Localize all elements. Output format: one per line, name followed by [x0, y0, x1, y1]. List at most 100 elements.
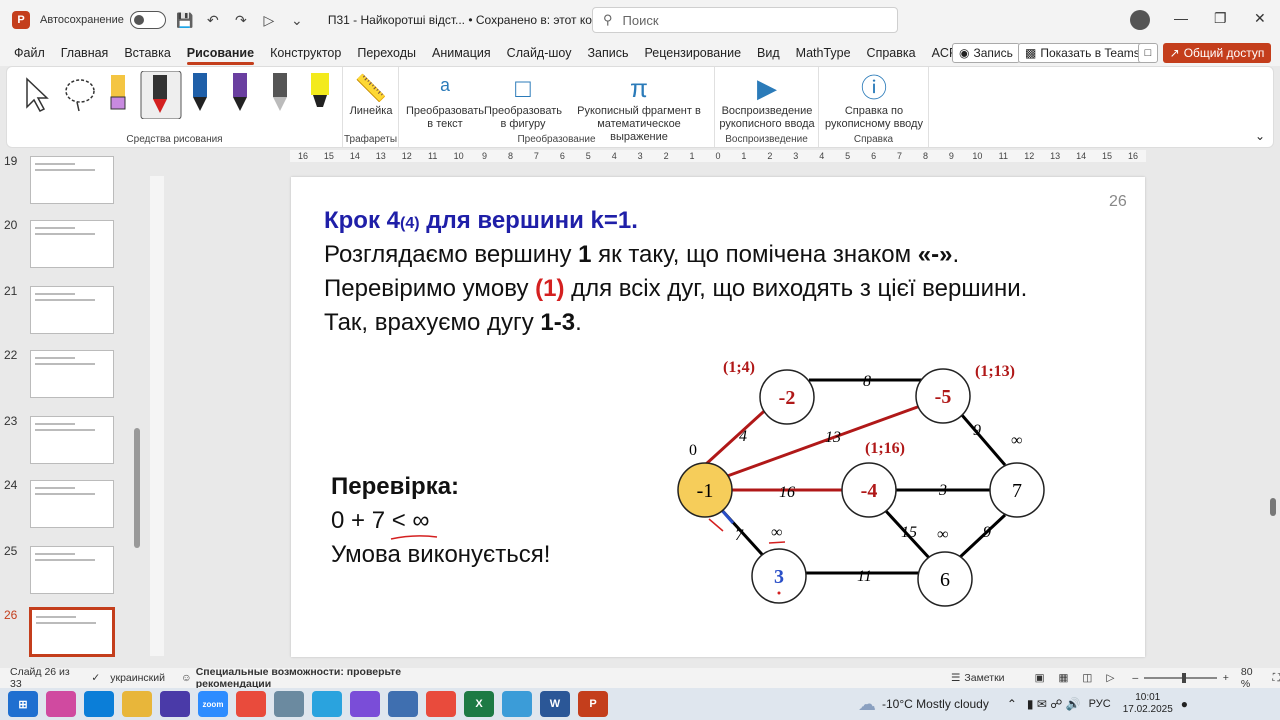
- normal-view-icon[interactable]: ▣: [1035, 672, 1045, 684]
- notes-button[interactable]: Заметки: [964, 672, 1004, 684]
- clock[interactable]: 10:01 17.02.2025: [1123, 692, 1173, 716]
- slide-thumbnail[interactable]: [30, 220, 114, 268]
- chrome-profile-icon[interactable]: [426, 691, 456, 717]
- tab-home[interactable]: Главная: [53, 40, 117, 66]
- slide-thumbnail[interactable]: [30, 350, 114, 398]
- app-icon[interactable]: [274, 691, 304, 717]
- playback-label: Воспроизведение: [725, 134, 808, 145]
- zoom-out-icon[interactable]: –: [1132, 672, 1138, 684]
- tab-slideshow[interactable]: Слайд-шоу: [499, 40, 580, 66]
- zoom-level[interactable]: 80 %: [1241, 666, 1263, 690]
- copilot-icon[interactable]: [46, 691, 76, 717]
- slide-thumbnail-active[interactable]: [29, 607, 115, 657]
- tray-icons[interactable]: ▮ ✉ ☍ 🔊: [1027, 697, 1081, 711]
- ink-to-text-button[interactable]: ᵃ Преобразовать в текст: [405, 71, 485, 131]
- flutter-icon[interactable]: [502, 691, 532, 717]
- zoom-slider[interactable]: [1144, 673, 1217, 683]
- thumbnail-row[interactable]: 23: [0, 412, 140, 468]
- calculator-icon[interactable]: [388, 691, 418, 717]
- tab-insert[interactable]: Вставка: [116, 40, 178, 66]
- present-icon[interactable]: ▷: [260, 12, 278, 29]
- scroll-thumb[interactable]: [1270, 498, 1276, 516]
- reading-view-icon[interactable]: ◫: [1082, 672, 1092, 684]
- powerpoint-taskbar-icon[interactable]: P: [578, 691, 608, 717]
- slide-thumbnail[interactable]: [30, 480, 114, 528]
- word-icon[interactable]: W: [540, 691, 570, 717]
- zoom-thumb[interactable]: [1182, 673, 1187, 683]
- slideshow-view-icon[interactable]: ▷: [1106, 672, 1114, 684]
- weather-text[interactable]: -10°C Mostly cloudy: [882, 697, 989, 711]
- tab-design[interactable]: Конструктор: [262, 40, 349, 66]
- tab-draw[interactable]: Рисование: [179, 40, 262, 66]
- blue-pen-icon[interactable]: [193, 73, 207, 111]
- file-explorer-icon[interactable]: [122, 691, 152, 717]
- telegram-icon[interactable]: [312, 691, 342, 717]
- accessibility-status[interactable]: Специальные возможности: проверьте реком…: [196, 666, 453, 690]
- minimize-icon[interactable]: —: [1174, 10, 1188, 26]
- pencil-icon[interactable]: [273, 73, 287, 111]
- purple-pen-icon[interactable]: [233, 73, 247, 111]
- tab-view[interactable]: Вид: [749, 40, 788, 66]
- edge-icon[interactable]: [84, 691, 114, 717]
- tab-review[interactable]: Рецензирование: [637, 40, 750, 66]
- horizontal-ruler: 16 15 14 13 12 11 10 9 8 7 6 5 4 3 2 1 0…: [290, 150, 1146, 162]
- tray-chevron-icon[interactable]: ⌃: [1007, 697, 1017, 711]
- tab-help[interactable]: Справка: [859, 40, 924, 66]
- thumbnail-row[interactable]: 22: [0, 346, 140, 402]
- customize-qat-icon[interactable]: ⌄: [288, 12, 306, 29]
- viber-icon[interactable]: [350, 691, 380, 717]
- close-icon[interactable]: ✕: [1254, 10, 1266, 27]
- ink-help-button[interactable]: ⓘ Справка по рукописному вводу: [823, 71, 925, 131]
- zoom-in-icon[interactable]: +: [1223, 672, 1229, 684]
- thumbnail-row[interactable]: 21: [0, 282, 140, 338]
- ink-to-shape-button[interactable]: □ Преобразовать в фигуру: [483, 71, 563, 131]
- highlighter-icon[interactable]: [311, 73, 329, 107]
- undo-icon[interactable]: ↶: [204, 12, 222, 29]
- save-app-icon[interactable]: [160, 691, 190, 717]
- thumbnail-row[interactable]: 25: [0, 542, 140, 598]
- thumbnail-row[interactable]: 19: [0, 152, 140, 208]
- share-button[interactable]: ↗ Общий доступ: [1163, 43, 1271, 63]
- redo-icon[interactable]: ↷: [232, 12, 250, 29]
- slide-scrollbar[interactable]: [1266, 150, 1280, 662]
- collapse-ribbon-icon[interactable]: ⌄: [1255, 129, 1265, 143]
- lasso-select-icon[interactable]: [65, 79, 95, 112]
- input-language[interactable]: РУС: [1089, 698, 1111, 710]
- select-arrow-icon[interactable]: [26, 77, 49, 112]
- slide-thumbnail[interactable]: [30, 156, 114, 204]
- slide-thumbnail[interactable]: [30, 416, 114, 464]
- language-indicator[interactable]: украинский: [110, 672, 165, 684]
- thumbnail-row[interactable]: 26: [0, 606, 140, 662]
- comments-button[interactable]: □: [1138, 43, 1158, 63]
- eraser-icon[interactable]: [110, 75, 126, 110]
- maximize-icon[interactable]: ❐: [1214, 10, 1227, 27]
- user-avatar[interactable]: [1130, 10, 1150, 30]
- edge-weight: 3: [938, 482, 947, 499]
- thumbnail-row[interactable]: 24: [0, 476, 140, 532]
- tab-animations[interactable]: Анимация: [424, 40, 499, 66]
- start-icon[interactable]: ⊞: [8, 691, 38, 717]
- search-box[interactable]: ⚲ Поиск: [592, 7, 898, 33]
- thumbnail-row[interactable]: 20: [0, 216, 140, 272]
- tab-file[interactable]: Файл: [6, 40, 53, 66]
- thumbnail-scrollbar[interactable]: [134, 428, 140, 548]
- ink-replay-button[interactable]: ▶ Воспроизведение рукописного ввода: [719, 71, 815, 131]
- fit-to-window-icon[interactable]: ⛶: [1273, 672, 1280, 685]
- notification-icon[interactable]: ●: [1181, 697, 1188, 711]
- slide-sorter-icon[interactable]: ▦: [1058, 672, 1068, 684]
- spellcheck-icon[interactable]: ✓: [91, 672, 100, 684]
- slide-thumbnail[interactable]: [30, 286, 114, 334]
- record-button[interactable]: ◉ Запись: [952, 43, 1020, 63]
- present-in-teams-button[interactable]: ▩ Показать в Teams: [1018, 43, 1147, 63]
- tab-mathtype[interactable]: MathType: [788, 40, 859, 66]
- tab-transitions[interactable]: Переходы: [349, 40, 424, 66]
- ruler-button[interactable]: 📏 Линейка: [347, 71, 395, 118]
- tab-record[interactable]: Запись: [579, 40, 636, 66]
- slide-thumbnail[interactable]: [30, 546, 114, 594]
- excel-icon[interactable]: X: [464, 691, 494, 717]
- zoom-app-icon[interactable]: zoom: [198, 691, 228, 717]
- chrome-icon[interactable]: [236, 691, 266, 717]
- autosave-toggle[interactable]: [129, 11, 166, 29]
- save-icon[interactable]: 💾: [176, 12, 194, 29]
- slide-canvas[interactable]: 26 Крок 4(4) для вершини k=1. Розглядаєм…: [291, 177, 1145, 657]
